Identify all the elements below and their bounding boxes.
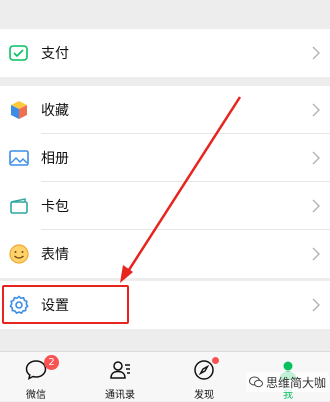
menu-item-pay[interactable]: 支付: [0, 29, 330, 77]
wechat-logo-icon: [249, 376, 263, 388]
annotation-highlight-box: [2, 285, 129, 324]
menu-item-stickers[interactable]: 表情: [0, 230, 330, 278]
menu-item-label: 支付: [41, 46, 69, 62]
chevron-right-icon: [312, 199, 320, 213]
menu-item-cards[interactable]: 卡包: [0, 182, 330, 230]
smiley-icon: [9, 244, 29, 264]
tab-label: 通讯录: [105, 390, 135, 401]
wallet-pay-icon: [9, 45, 28, 61]
chevron-right-icon: [312, 46, 320, 60]
menu-item-label: 收藏: [41, 103, 69, 119]
watermark-text: 思维简大咖: [266, 375, 327, 390]
chevron-right-icon: [312, 247, 320, 261]
menu-item-album[interactable]: 相册: [0, 134, 330, 182]
card-wallet-icon: [10, 198, 28, 214]
tab-chats[interactable]: 2 微信: [6, 352, 66, 402]
menu-item-label: 卡包: [41, 199, 69, 215]
tab-contacts[interactable]: 通讯录: [90, 352, 150, 402]
menu-item-label: 表情: [41, 247, 69, 263]
menu-item-favorites[interactable]: 收藏: [0, 86, 330, 134]
chevron-right-icon: [312, 103, 320, 117]
photo-album-icon: [9, 150, 29, 166]
unread-badge: 2: [44, 355, 59, 370]
menu-group-main: 收藏 相册 卡包 表情: [0, 86, 330, 278]
contacts-icon: [110, 361, 130, 379]
menu-group-pay: 支付: [0, 29, 330, 77]
watermark: 思维简大咖: [246, 372, 330, 392]
tab-discover[interactable]: 发现: [174, 352, 234, 402]
tab-label: 微信: [26, 390, 46, 401]
menu-item-label: 相册: [41, 151, 69, 167]
tab-label: 发现: [194, 390, 214, 401]
chevron-right-icon: [312, 151, 320, 165]
chevron-right-icon: [312, 298, 320, 312]
cube-favorites-icon: [11, 101, 27, 119]
notification-dot: [212, 357, 219, 364]
